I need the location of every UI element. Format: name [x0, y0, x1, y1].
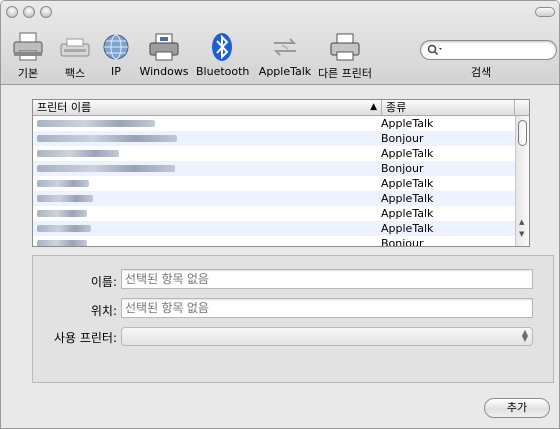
toolbar-appletalk-label: AppleTalk	[258, 65, 312, 78]
minimize-window-button[interactable]	[23, 6, 35, 18]
printer-kind: Bonjour	[381, 132, 424, 145]
printer-info-panel: 이름: 위치: 사용 프린터: ▲▼	[32, 255, 554, 383]
toolbar-bluetooth-button[interactable]: Bluetooth	[196, 31, 250, 83]
add-button[interactable]: 추가	[484, 398, 550, 418]
printer-row[interactable]: Bonjour	[33, 236, 516, 246]
toolbar-appletalk-button[interactable]: AppleTalk	[255, 31, 315, 83]
name-label: 이름:	[90, 275, 117, 289]
printer-row[interactable]: Bonjour	[33, 161, 516, 176]
scrollbar-thumb[interactable]	[518, 120, 527, 146]
printer-row[interactable]: AppleTalk	[33, 146, 516, 161]
search-label: 검색	[471, 66, 492, 79]
zoom-window-button[interactable]	[40, 6, 52, 18]
bluetooth-icon	[212, 33, 232, 61]
printer-kind: Bonjour	[381, 162, 424, 175]
list-scrollbar[interactable]: ▲ ▼	[515, 116, 529, 246]
ip-globe-icon	[103, 34, 129, 60]
column-header-printer-name-label: 프린터 이름	[37, 101, 92, 114]
redacted-printer-name	[37, 195, 93, 202]
more-printers-icon	[330, 33, 360, 61]
appletalk-icon	[273, 38, 297, 56]
printer-kind: Bonjour	[381, 237, 424, 246]
redacted-printer-name	[37, 120, 155, 127]
use-printer-popup[interactable]: ▲ ▼	[121, 327, 533, 346]
printer-row[interactable]: AppleTalk	[33, 206, 516, 221]
list-header: 프린터 이름 ▲ 종류	[33, 100, 529, 116]
toolbar-windows-label: Windows	[139, 65, 189, 78]
search-icon	[427, 44, 442, 56]
sort-ascending-icon: ▲	[370, 102, 377, 112]
search-field[interactable]	[420, 40, 557, 60]
toolbar-more-printers-label: 다른 프린터	[317, 67, 373, 80]
add-printer-window: 기본 팩스 IP Windows Bluetooth AppleTalk 다른 …	[0, 0, 560, 429]
printer-row[interactable]: AppleTalk	[33, 116, 516, 131]
fax-icon	[60, 38, 90, 57]
toolbar-default-label: 기본	[17, 67, 39, 80]
printer-row[interactable]: AppleTalk	[33, 221, 516, 236]
location-label: 위치:	[90, 304, 117, 318]
printer-kind: AppleTalk	[381, 222, 434, 235]
redacted-printer-name	[37, 180, 89, 187]
toolbar-toggle-button[interactable]	[535, 7, 555, 17]
scroll-down-icon[interactable]: ▼	[519, 230, 524, 238]
redacted-printer-name	[37, 210, 87, 217]
printer-row[interactable]: Bonjour	[33, 131, 516, 146]
printer-row[interactable]: AppleTalk	[33, 191, 516, 206]
printer-kind: AppleTalk	[381, 117, 434, 130]
windows-printer-icon	[149, 33, 179, 61]
printer-kind: AppleTalk	[381, 192, 434, 205]
name-field[interactable]	[121, 269, 533, 289]
printer-list[interactable]: 프린터 이름 ▲ 종류 AppleTalk Bonjour AppleTalk …	[32, 99, 530, 247]
printer-kind: AppleTalk	[381, 207, 434, 220]
toolbar-ip-button[interactable]: IP	[101, 31, 131, 83]
toolbar-fax-label: 팩스	[64, 67, 86, 80]
toolbar-windows-button[interactable]: Windows	[139, 31, 189, 83]
redacted-printer-name	[37, 150, 119, 157]
column-header-printer-name[interactable]: 프린터 이름 ▲	[33, 100, 382, 116]
redacted-printer-name	[37, 135, 177, 142]
scroll-up-icon[interactable]: ▲	[519, 218, 524, 226]
close-window-button[interactable]	[6, 6, 18, 18]
column-header-kind-label: 종류	[386, 101, 407, 114]
printer-row[interactable]: AppleTalk	[33, 176, 516, 191]
toolbar-bluetooth-label: Bluetooth	[196, 65, 250, 78]
printer-kind: AppleTalk	[381, 147, 434, 160]
toolbar-fax-button[interactable]: 팩스	[56, 31, 94, 83]
printer-list-body: AppleTalk Bonjour AppleTalk Bonjour Appl…	[33, 116, 516, 246]
redacted-printer-name	[37, 240, 87, 246]
toolbar: 기본 팩스 IP Windows Bluetooth AppleTalk 다른 …	[1, 1, 559, 85]
popup-arrows-icon: ▲ ▼	[521, 328, 528, 343]
toolbar-ip-label: IP	[111, 65, 121, 78]
location-field[interactable]	[121, 298, 533, 318]
printer-kind: AppleTalk	[381, 177, 434, 190]
redacted-printer-name	[37, 165, 175, 172]
printer-default-icon	[13, 32, 43, 61]
redacted-printer-name	[37, 225, 91, 232]
use-printer-label: 사용 프린터:	[53, 331, 117, 345]
toolbar-default-button[interactable]: 기본	[9, 31, 47, 83]
toolbar-more-printers-button[interactable]: 다른 프린터	[316, 31, 374, 83]
column-header-kind[interactable]: 종류	[382, 100, 515, 116]
